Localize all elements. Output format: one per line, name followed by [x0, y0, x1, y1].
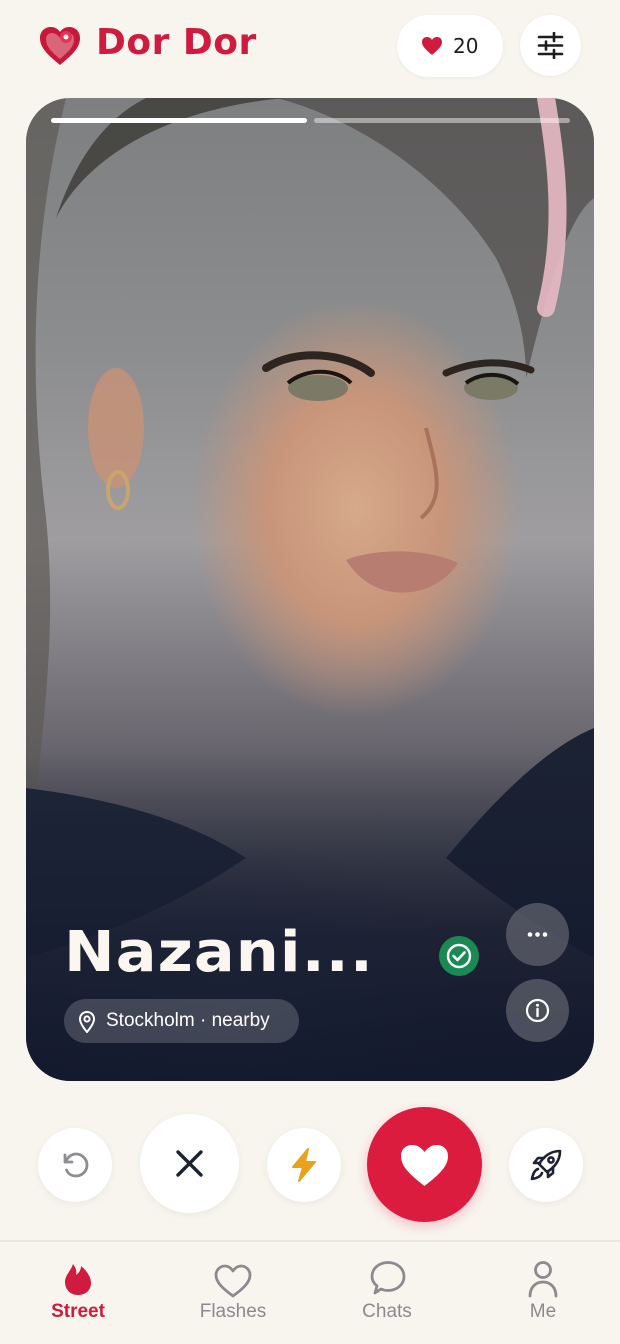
rocket-icon: [530, 1149, 562, 1181]
photo-progress-segment-2: [314, 118, 570, 123]
chat-bubble-icon: [370, 1261, 406, 1295]
bottom-tab-bar: Street Flashes Chats Me: [0, 1240, 620, 1344]
info-icon: [525, 998, 550, 1023]
tab-street[interactable]: Street: [18, 1242, 138, 1342]
boost-button[interactable]: [509, 1128, 583, 1202]
heart-outline-icon: [214, 1264, 252, 1298]
location-chip: Stockholm · nearby: [64, 999, 299, 1043]
flame-icon: [65, 1264, 91, 1295]
verified-badge-icon: [439, 936, 479, 976]
heart-icon: [401, 1145, 448, 1186]
location-text: Stockholm · nearby: [106, 1010, 270, 1031]
tab-me[interactable]: Me: [483, 1242, 603, 1342]
tab-flashes[interactable]: Flashes: [173, 1242, 293, 1342]
photo-progress-segment-1: [51, 118, 307, 123]
lightning-icon: [292, 1148, 316, 1182]
heart-icon: [422, 37, 442, 55]
location-pin-icon: [78, 1011, 96, 1033]
more-dots-icon: [527, 932, 548, 937]
app-logo-text: Dor Dor: [96, 22, 257, 63]
close-icon: [176, 1150, 203, 1177]
person-icon: [528, 1261, 558, 1298]
filters-button[interactable]: [520, 15, 581, 76]
app-header: Dor Dor 20: [0, 0, 620, 96]
nope-button[interactable]: [140, 1114, 239, 1213]
more-options-button[interactable]: [506, 903, 569, 966]
sliders-icon: [537, 32, 564, 59]
profile-card[interactable]: Nazani... Stockholm · nearby: [26, 98, 594, 1081]
tab-label: Chats: [362, 1301, 412, 1322]
rewind-icon: [63, 1152, 89, 1178]
profile-name: Nazani...: [64, 920, 374, 985]
like-button[interactable]: [367, 1107, 482, 1222]
profile-info-button[interactable]: [506, 979, 569, 1042]
rewind-button[interactable]: [38, 1128, 112, 1202]
tab-chats[interactable]: Chats: [327, 1242, 447, 1342]
likes-count: 20: [453, 34, 479, 58]
likes-counter-button[interactable]: 20: [397, 15, 503, 77]
swipe-actions-bar: [0, 1100, 620, 1230]
tab-label: Street: [51, 1301, 105, 1322]
super-flash-button[interactable]: [267, 1128, 341, 1202]
tab-label: Flashes: [199, 1301, 267, 1322]
logo-heart-pin-icon: [40, 27, 80, 65]
tab-label: Me: [529, 1301, 557, 1322]
